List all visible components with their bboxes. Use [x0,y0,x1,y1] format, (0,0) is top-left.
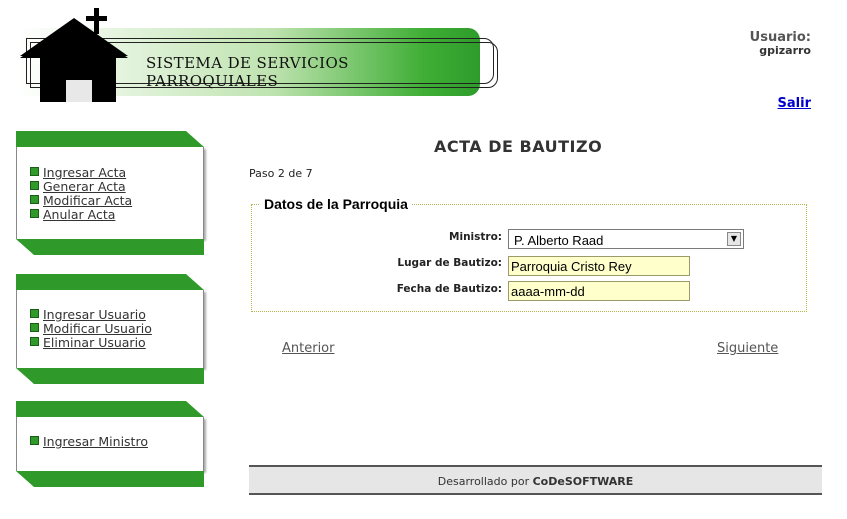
bullet-icon [30,195,39,204]
menu-item-ingresar-usuario[interactable]: Ingresar Usuario [30,308,152,322]
bullet-icon [30,181,39,190]
user-label: Usuario: [749,30,811,45]
footer: Desarrollado por CoDeSOFTWARE [249,465,822,495]
menu-item-ingresar-ministro[interactable]: Ingresar Ministro [30,435,148,449]
menu-link[interactable]: Modificar Acta [43,193,132,208]
menu-ministros: Ingresar Ministro [16,401,204,487]
menu-link[interactable]: Ingresar Acta [43,165,126,180]
logout-link[interactable]: Salir [778,96,811,111]
menu-cap [16,401,204,417]
ministro-label: Ministro: [449,231,502,243]
menu-link[interactable]: Eliminar Usuario [43,335,146,350]
menu-cap [16,239,204,255]
user-name: gpizarro [759,44,811,57]
bullet-icon [30,323,39,332]
menu-item-modificar-usuario[interactable]: Modificar Usuario [30,322,152,336]
menu-item-eliminar-usuario[interactable]: Eliminar Usuario [30,336,152,350]
bullet-icon [30,309,39,318]
menu-item-modificar-acta[interactable]: Modificar Acta [30,194,132,208]
lugar-bautizo-input[interactable]: Parroquia Cristo Rey [508,256,690,276]
ministro-select[interactable]: P. Alberto Raad ▼ [508,229,744,249]
menu-link[interactable]: Generar Acta [43,179,126,194]
menu-link[interactable]: Modificar Usuario [43,321,152,336]
fecha-label: Fecha de Bautizo: [396,283,502,295]
fieldset-legend: Datos de la Parroquia [260,196,412,212]
footer-prefix: Desarrollado por [437,475,533,488]
menu-actas: Ingresar Acta Generar Acta Modificar Act… [16,131,204,255]
menu-item-ingresar-acta[interactable]: Ingresar Acta [30,166,132,180]
app-title: SISTEMA DE SERVICIOS PARROQUIALES [146,54,349,90]
menu-link[interactable]: Ingresar Usuario [43,307,146,322]
fecha-bautizo-placeholder: aaaa-mm-dd [511,284,585,299]
menu-cap [16,274,204,290]
fecha-bautizo-input[interactable]: aaaa-mm-dd [508,281,690,301]
menu-list: Ingresar Ministro [30,435,148,449]
ministro-selected-value: P. Alberto Raad [514,233,604,248]
menu-list: Ingresar Usuario Modificar Usuario Elimi… [30,308,152,350]
next-link[interactable]: Siguiente [717,341,778,356]
menu-cap [16,368,204,384]
bullet-icon [30,436,39,445]
previous-link[interactable]: Anterior [282,341,334,356]
bullet-icon [30,209,39,218]
lugar-label: Lugar de Bautizo: [397,257,502,269]
menu-link[interactable]: Ingresar Ministro [43,434,148,449]
menu-cap [16,131,204,147]
church-logo-icon [20,8,128,102]
menu-link[interactable]: Anular Acta [43,207,115,222]
menu-item-anular-acta[interactable]: Anular Acta [30,208,132,222]
lugar-bautizo-value: Parroquia Cristo Rey [511,259,632,274]
menu-usuarios: Ingresar Usuario Modificar Usuario Elimi… [16,274,204,384]
footer-brand: CoDeSOFTWARE [532,475,634,488]
dropdown-arrow-icon[interactable]: ▼ [727,232,741,246]
menu-cap [16,471,204,487]
page-title: ACTA DE BAUTIZO [434,137,603,156]
menu-list: Ingresar Acta Generar Acta Modificar Act… [30,166,132,222]
footer-text: Desarrollado por CoDeSOFTWARE [249,475,822,488]
bullet-icon [30,167,39,176]
menu-item-generar-acta[interactable]: Generar Acta [30,180,132,194]
bullet-icon [30,337,39,346]
step-indicator: Paso 2 de 7 [249,167,313,180]
